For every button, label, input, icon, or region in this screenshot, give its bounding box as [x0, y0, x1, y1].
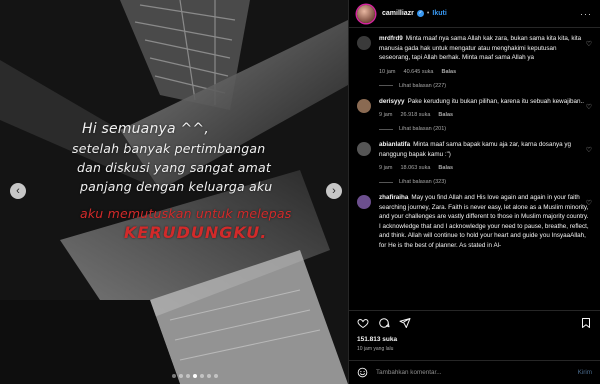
- carousel-dot: [179, 374, 183, 378]
- carousel-dot: [172, 374, 176, 378]
- comment-likes[interactable]: 26.918 suka: [400, 112, 430, 118]
- comment-time: 10 jam: [379, 68, 396, 75]
- heart-icon[interactable]: [357, 317, 369, 329]
- comment-like-icon[interactable]: ♡: [586, 146, 592, 154]
- bookmark-icon[interactable]: [580, 317, 592, 329]
- comment-item: zhafiraiha May you find Allah and His lov…: [357, 193, 592, 250]
- post-sidebar: camilliazr ✓ • Ikuti ··· mrdfrd9 Minta ma…: [348, 0, 600, 384]
- more-options-icon[interactable]: ···: [580, 9, 592, 19]
- view-replies-button[interactable]: Lihat balasan (201): [379, 126, 589, 132]
- post-actions-bar: [349, 310, 600, 330]
- caption-line: setelah banyak pertimbangan: [72, 141, 266, 156]
- commenter-avatar[interactable]: [357, 195, 371, 209]
- comment-like-icon[interactable]: ♡: [586, 103, 592, 111]
- comment-text: Minta maaf nya sama Allah kak zara, buka…: [379, 35, 582, 61]
- comment-item: abianlatifa Minta maaf sama bapak kamu aj…: [357, 140, 592, 185]
- commenter-username[interactable]: abianlatifa: [379, 141, 410, 148]
- follow-button[interactable]: Ikuti: [432, 10, 446, 17]
- comment-text: Pake kerudung itu bukan pilihan, karena …: [407, 97, 584, 105]
- comment-like-icon[interactable]: ♡: [586, 40, 592, 48]
- view-replies-label: Lihat balasan (227): [399, 82, 447, 89]
- post-like-count[interactable]: 151.813 suka: [357, 336, 397, 343]
- carousel-dot: [214, 374, 218, 378]
- reply-button[interactable]: Balas: [441, 69, 456, 75]
- post-timestamp: 10 jam yang lalu: [357, 346, 394, 352]
- carousel-dot: [193, 374, 197, 378]
- separator-dot: •: [426, 10, 430, 17]
- comment-input[interactable]: [376, 369, 578, 376]
- post-header: camilliazr ✓ • Ikuti ···: [349, 0, 600, 28]
- carousel-dot: [186, 374, 190, 378]
- commenter-avatar[interactable]: [357, 142, 371, 156]
- commenter-username[interactable]: zhafiraiha: [379, 194, 408, 201]
- carousel-dot: [207, 374, 211, 378]
- comment-icon[interactable]: [378, 317, 390, 329]
- carousel-prev-button[interactable]: ‹: [10, 183, 26, 199]
- caption-line: dan diskusi yang sangat amat: [77, 160, 271, 175]
- post-media: Hi semuanya ^^, setelah banyak pertimban…: [0, 0, 348, 384]
- caption-line: panjang dengan keluarga aku: [80, 179, 273, 194]
- commenter-avatar[interactable]: [357, 98, 371, 113]
- verified-badge-icon: ✓: [416, 10, 424, 17]
- view-replies-label: Lihat balasan (323): [399, 179, 447, 185]
- post-caption-overlay: Hi semuanya ^^, setelah banyak pertimban…: [72, 120, 332, 242]
- comment-item: derisyyy Pake kerudung itu bukan pilihan,…: [357, 97, 592, 132]
- add-comment-bar: Kirim: [349, 360, 600, 384]
- caption-line-emphasis: KERUDUNGKU.: [124, 223, 268, 242]
- comment-item: mrdfrd9 Minta maaf nya sama Allah kak zar…: [357, 34, 592, 89]
- view-replies-label: Lihat balasan (201): [399, 126, 447, 132]
- comment-time: 9 jam: [379, 165, 393, 171]
- comment-text: May you find Allah and His love again an…: [379, 194, 589, 249]
- commenter-avatar[interactable]: [357, 36, 371, 50]
- comment-like-icon[interactable]: ♡: [586, 199, 592, 207]
- emoji-icon[interactable]: [357, 367, 368, 378]
- comments-list[interactable]: mrdfrd9 Minta maaf nya sama Allah kak zar…: [349, 34, 600, 304]
- carousel-indicator: [172, 374, 218, 378]
- post-comment-button[interactable]: Kirim: [578, 369, 592, 376]
- comment-time: 9 jam: [379, 112, 393, 118]
- caption-line: Hi semuanya ^^,: [82, 121, 209, 137]
- carousel-next-button[interactable]: ›: [326, 183, 342, 199]
- author-username[interactable]: camilliazr: [382, 10, 414, 17]
- author-avatar[interactable]: [357, 4, 375, 23]
- commenter-username[interactable]: derisyyy: [379, 98, 405, 105]
- view-replies-button[interactable]: Lihat balasan (323): [379, 179, 589, 185]
- caption-line-red: aku memutuskan untuk melepas: [80, 206, 292, 221]
- reply-button[interactable]: Balas: [438, 165, 453, 171]
- share-icon[interactable]: [399, 317, 411, 329]
- commenter-username[interactable]: mrdfrd9: [379, 35, 403, 42]
- comment-likes[interactable]: 40.645 suka: [404, 69, 434, 75]
- view-replies-button[interactable]: Lihat balasan (227): [379, 83, 589, 89]
- reply-button[interactable]: Balas: [438, 112, 453, 118]
- carousel-dot: [200, 374, 204, 378]
- comment-likes[interactable]: 18.063 suka: [400, 165, 430, 171]
